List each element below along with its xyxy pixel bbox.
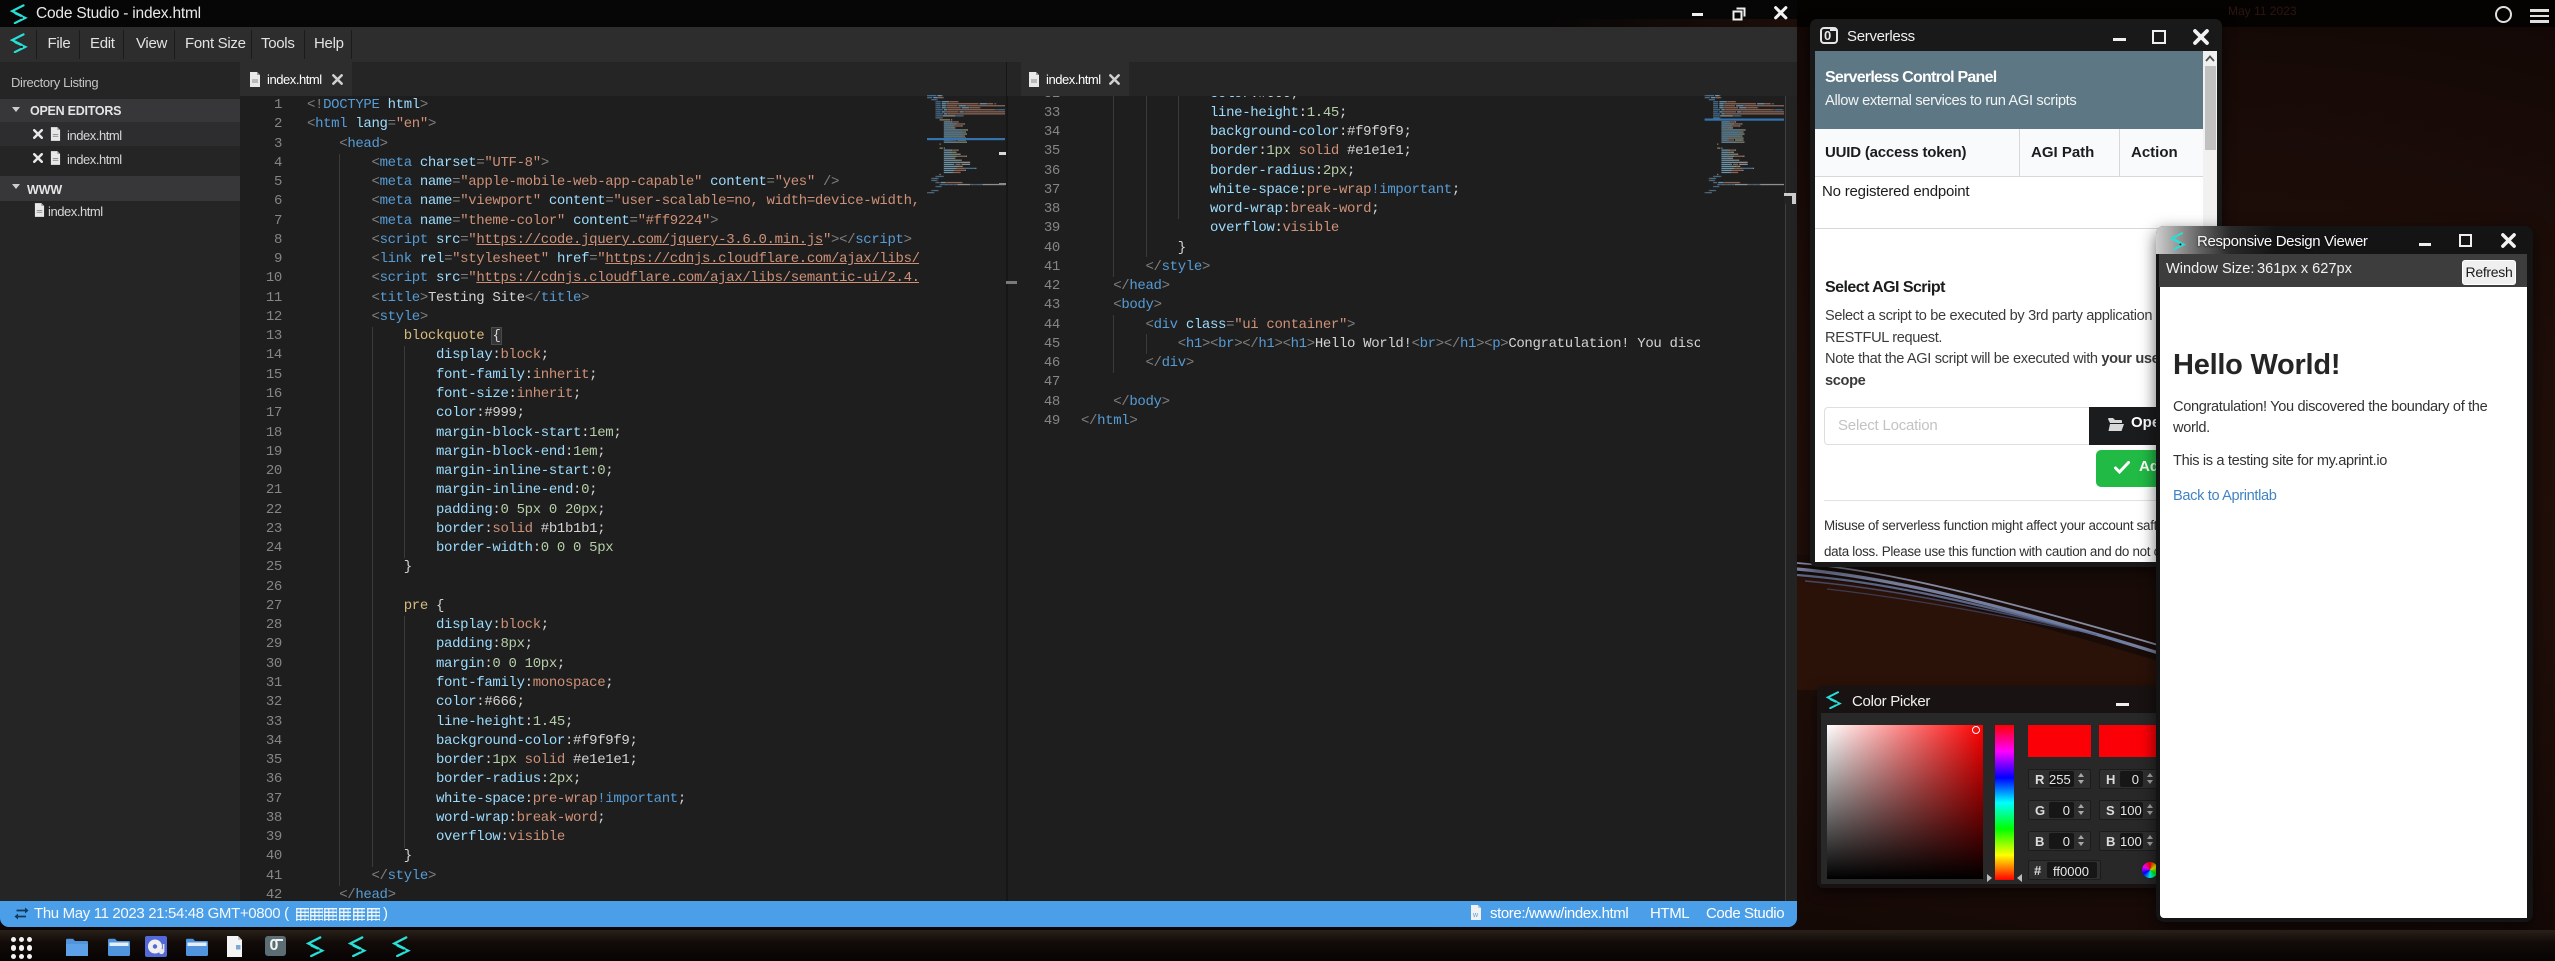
svg-text:w: w — [1472, 912, 1479, 919]
